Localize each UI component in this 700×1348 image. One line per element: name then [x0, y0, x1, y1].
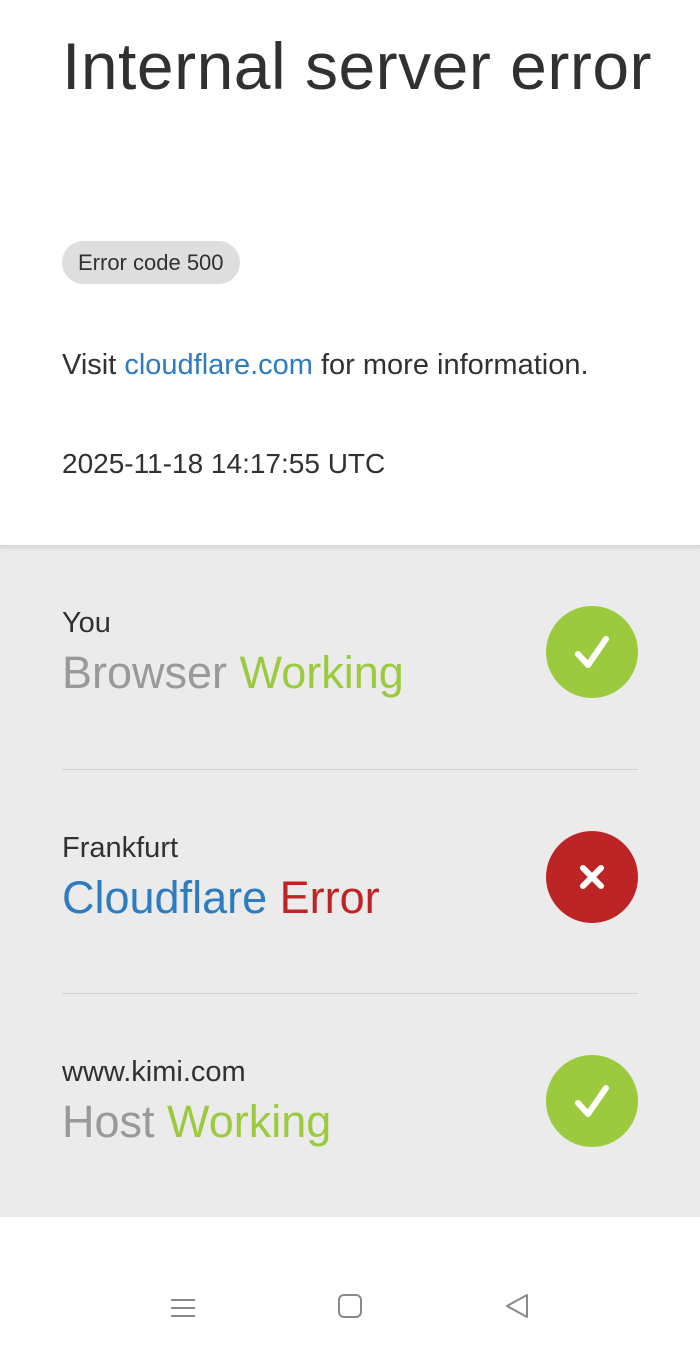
- service-name: Browser: [62, 647, 228, 698]
- service-state: Error: [279, 872, 380, 923]
- status-location: www.kimi.com: [62, 1056, 246, 1088]
- checkmark-icon: [546, 1055, 638, 1147]
- error-header: Internal server error Error code 500 Vis…: [0, 0, 700, 545]
- status-service: Host Working: [62, 1094, 331, 1150]
- visit-message: Visit cloudflare.com for more informatio…: [62, 347, 622, 384]
- error-code-badge: Error code 500: [62, 241, 240, 284]
- close-icon: [546, 831, 638, 923]
- status-location: You: [62, 607, 111, 639]
- menu-icon[interactable]: [163, 1289, 203, 1329]
- cloudflare-link[interactable]: cloudflare.com: [124, 349, 313, 381]
- visit-suffix: for more information.: [320, 349, 589, 381]
- status-service: Browser Working: [62, 645, 404, 701]
- home-icon[interactable]: [330, 1289, 370, 1329]
- status-row-browser: You Browser Working: [62, 545, 638, 769]
- page-title: Internal server error: [62, 29, 653, 103]
- system-navigation-bar: [0, 1217, 700, 1348]
- service-state: Working: [239, 647, 404, 698]
- service-name: Host: [62, 1096, 155, 1147]
- visit-prefix: Visit: [62, 349, 117, 381]
- status-location: Frankfurt: [62, 832, 179, 864]
- back-icon[interactable]: [497, 1289, 537, 1329]
- checkmark-icon: [546, 606, 638, 698]
- status-service: Cloudflare Error: [62, 870, 380, 926]
- service-state: Working: [167, 1096, 332, 1147]
- status-panel: You Browser Working Frankfurt Cloudflare…: [0, 545, 700, 1217]
- error-timestamp: 2025-11-18 14:17:55 UTC: [62, 448, 386, 479]
- service-name: Cloudflare: [62, 872, 268, 923]
- status-row-cloudflare: Frankfurt Cloudflare Error: [62, 769, 638, 994]
- status-row-host: www.kimi.com Host Working: [62, 993, 638, 1218]
